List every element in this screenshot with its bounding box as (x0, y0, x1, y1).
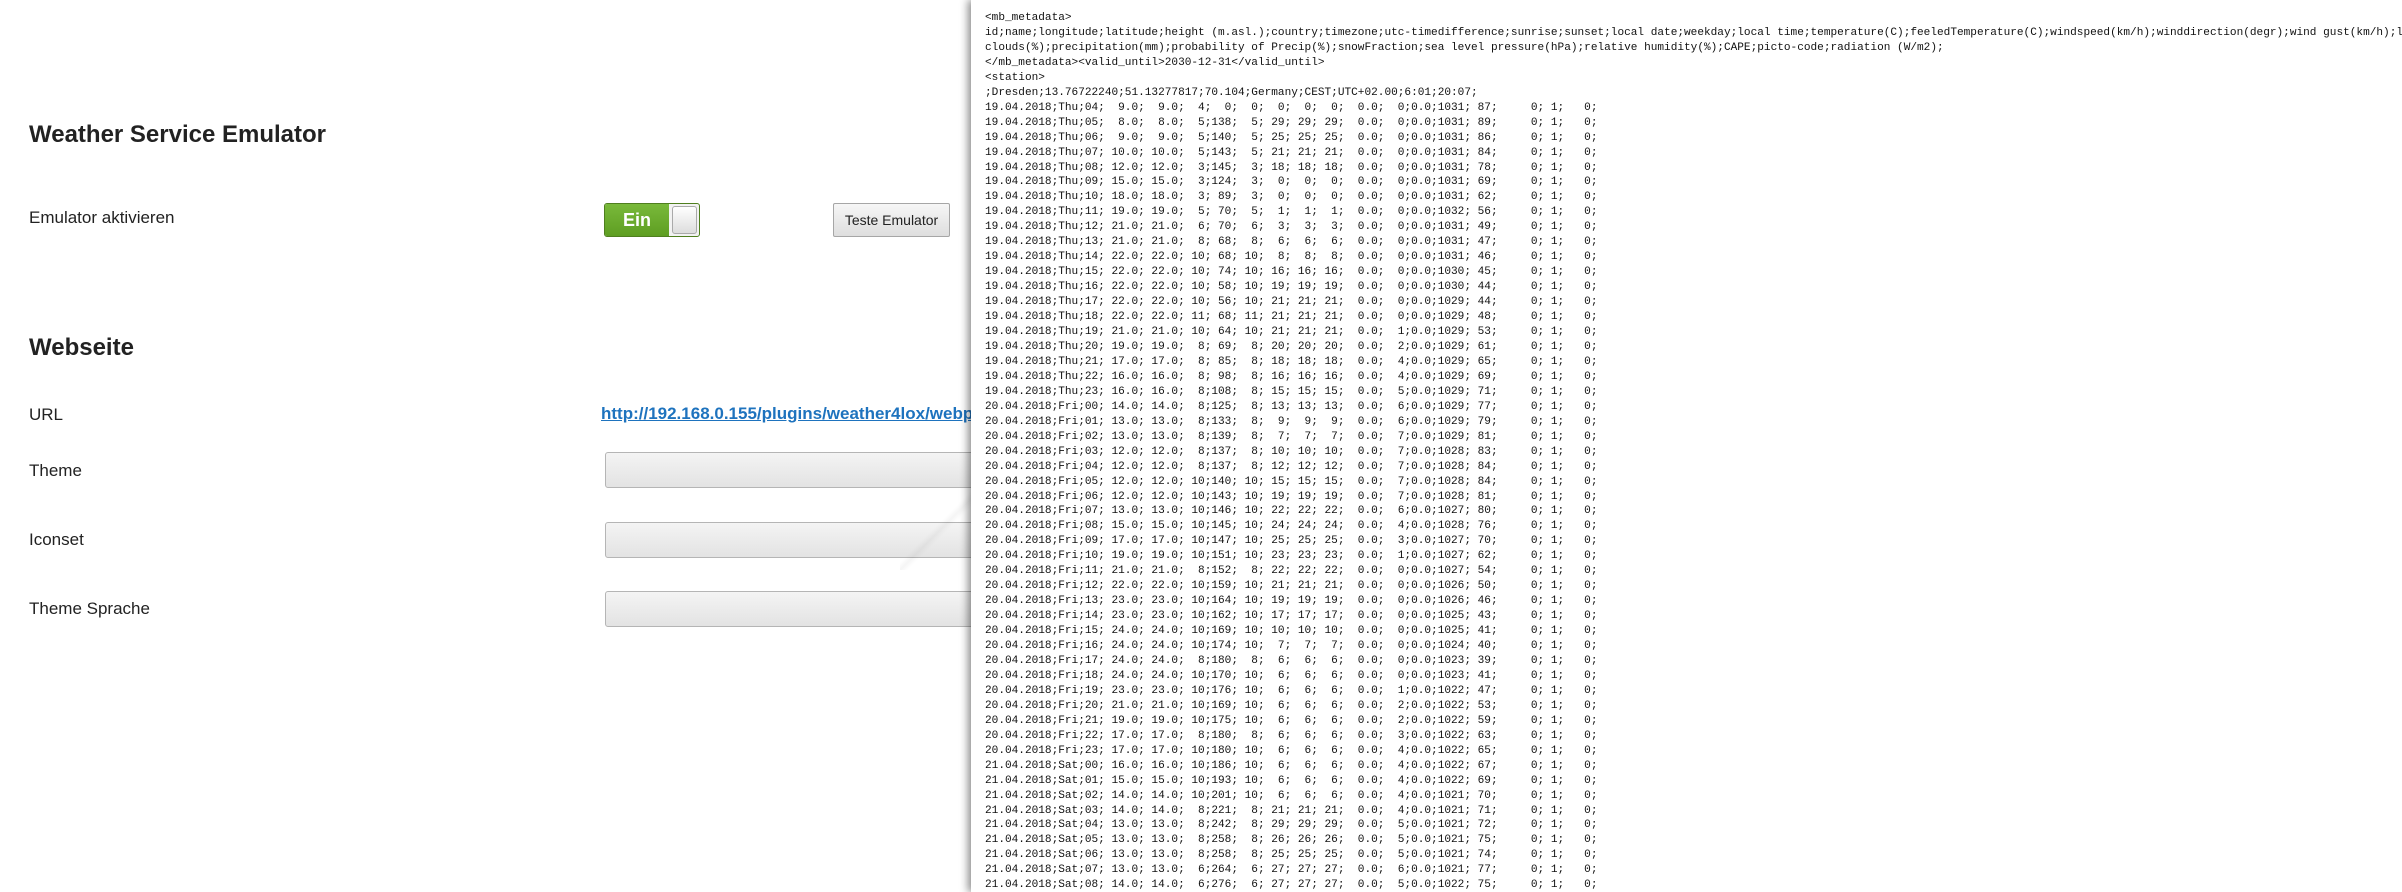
toggle-knob[interactable] (672, 206, 697, 234)
forecast-row: 20.04.2018;Fri;02; 13.0; 13.0; 8;139; 8;… (985, 430, 1598, 443)
forecast-row: 20.04.2018;Fri;12; 22.0; 22.0; 10;159; 1… (985, 580, 1598, 593)
forecast-row: 20.04.2018;Fri;20; 21.0; 21.0; 10;169; 1… (985, 699, 1598, 712)
forecast-row: 20.04.2018;Fri;03; 12.0; 12.0; 8;137; 8;… (985, 445, 1598, 458)
forecast-row: 20.04.2018;Fri;23; 17.0; 17.0; 10;180; 1… (985, 744, 1598, 757)
forecast-row: 21.04.2018;Sat;00; 16.0; 16.0; 10;186; 1… (985, 759, 1598, 772)
forecast-row: 21.04.2018;Sat;07; 13.0; 13.0; 6;264; 6;… (985, 864, 1598, 877)
forecast-row: 20.04.2018;Fri;09; 17.0; 17.0; 10;147; 1… (985, 535, 1598, 548)
forecast-row: 19.04.2018;Thu;16; 22.0; 22.0; 10; 58; 1… (985, 281, 1598, 294)
forecast-row: 19.04.2018;Thu;11; 19.0; 19.0; 5; 70; 5;… (985, 206, 1598, 219)
theme-language-select[interactable] (605, 591, 980, 627)
forecast-row: 20.04.2018;Fri;08; 15.0; 15.0; 10;145; 1… (985, 520, 1598, 533)
forecast-row: 19.04.2018;Thu;21; 17.0; 17.0; 8; 85; 8;… (985, 355, 1598, 368)
forecast-row: 19.04.2018;Thu;19; 21.0; 21.0; 10; 64; 1… (985, 326, 1598, 339)
metadata-line: <mb_metadata> (985, 12, 1072, 24)
activate-emulator-label: Emulator aktivieren (29, 208, 175, 227)
raw-data-panel[interactable]: <mb_metadata> id;name;longitude;latitude… (971, 0, 2402, 892)
forecast-row: 19.04.2018;Thu;23; 16.0; 16.0; 8;108; 8;… (985, 385, 1598, 398)
forecast-row: 21.04.2018;Sat;01; 15.0; 15.0; 10;193; 1… (985, 774, 1598, 787)
emulator-toggle[interactable]: Ein (604, 203, 700, 237)
forecast-row: 19.04.2018;Thu;04; 9.0; 9.0; 4; 0; 0; 0;… (985, 101, 1598, 114)
forecast-row: 21.04.2018;Sat;02; 14.0; 14.0; 10;201; 1… (985, 789, 1598, 802)
screen: Weather Service Emulator Emulator aktivi… (0, 0, 2402, 892)
forecast-row: 20.04.2018;Fri;19; 23.0; 23.0; 10;176; 1… (985, 684, 1598, 697)
forecast-row: 19.04.2018;Thu;18; 22.0; 22.0; 11; 68; 1… (985, 311, 1598, 324)
metadata-line: ;Dresden;13.76722240;51.13277817;70.104;… (985, 86, 1478, 99)
forecast-row: 20.04.2018;Fri;11; 21.0; 21.0; 8;152; 8;… (985, 565, 1598, 578)
forecast-row: 20.04.2018;Fri;14; 23.0; 23.0; 10;162; 1… (985, 610, 1598, 623)
website-section-title: Webseite (29, 334, 134, 361)
forecast-row: 20.04.2018;Fri;01; 13.0; 13.0; 8;133; 8;… (985, 415, 1598, 428)
forecast-row: 20.04.2018;Fri;17; 24.0; 24.0; 8;180; 8;… (985, 654, 1598, 667)
forecast-row: 19.04.2018;Thu;06; 9.0; 9.0; 5;140; 5; 2… (985, 131, 1598, 144)
forecast-row: 20.04.2018;Fri;00; 14.0; 14.0; 8;125; 8;… (985, 400, 1598, 413)
forecast-row: 20.04.2018;Fri;10; 19.0; 19.0; 10;151; 1… (985, 550, 1598, 563)
background-decoration (900, 490, 980, 570)
metadata-line: <station> (985, 71, 1045, 84)
forecast-row: 21.04.2018;Sat;05; 13.0; 13.0; 8;258; 8;… (985, 834, 1598, 847)
forecast-row: 19.04.2018;Thu;12; 21.0; 21.0; 6; 70; 6;… (985, 221, 1598, 234)
forecast-row: 19.04.2018;Thu;13; 21.0; 21.0; 8; 68; 8;… (985, 236, 1598, 249)
forecast-row: 21.04.2018;Sat;04; 13.0; 13.0; 8;242; 8;… (985, 819, 1598, 832)
url-label: URL (29, 405, 64, 424)
metadata-line: </mb_metadata><valid_until>2030-12-31</v… (985, 56, 1325, 69)
forecast-row: 19.04.2018;Thu;22; 16.0; 16.0; 8; 98; 8;… (985, 370, 1598, 383)
metadata-line: clouds(%);precipitation(mm);probability … (985, 41, 1944, 54)
forecast-row: 19.04.2018;Thu;14; 22.0; 22.0; 10; 68; 1… (985, 251, 1598, 264)
settings-page: Weather Service Emulator Emulator aktivi… (0, 0, 980, 892)
emulator-section-title: Weather Service Emulator (29, 121, 327, 148)
forecast-row: 19.04.2018;Thu;05; 8.0; 8.0; 5;138; 5; 2… (985, 116, 1598, 129)
forecast-row: 20.04.2018;Fri;18; 24.0; 24.0; 10;170; 1… (985, 669, 1598, 682)
forecast-row: 20.04.2018;Fri;06; 12.0; 12.0; 10;143; 1… (985, 490, 1598, 503)
forecast-row: 20.04.2018;Fri;05; 12.0; 12.0; 10;140; 1… (985, 475, 1598, 488)
metadata-line: id;name;longitude;latitude;height (m.asl… (985, 26, 2402, 39)
theme-language-label: Theme Sprache (29, 599, 150, 618)
theme-label: Theme (29, 461, 82, 480)
theme-select[interactable] (605, 452, 980, 488)
forecast-row: 21.04.2018;Sat;06; 13.0; 13.0; 8;258; 8;… (985, 849, 1598, 862)
forecast-row: 20.04.2018;Fri;15; 24.0; 24.0; 10;169; 1… (985, 625, 1598, 638)
toggle-on-label: Ein (605, 204, 669, 236)
forecast-row: 21.04.2018;Sat;03; 14.0; 14.0; 8;221; 8;… (985, 804, 1598, 817)
forecast-row: 20.04.2018;Fri;07; 13.0; 13.0; 10;146; 1… (985, 505, 1598, 518)
forecast-row: 20.04.2018;Fri;21; 19.0; 19.0; 10;175; 1… (985, 714, 1598, 727)
forecast-row: 20.04.2018;Fri;13; 23.0; 23.0; 10;164; 1… (985, 595, 1598, 608)
forecast-row: 20.04.2018;Fri;16; 24.0; 24.0; 10;174; 1… (985, 640, 1598, 653)
forecast-row: 19.04.2018;Thu;20; 19.0; 19.0; 8; 69; 8;… (985, 340, 1598, 353)
forecast-row: 19.04.2018;Thu;09; 15.0; 15.0; 3;124; 3;… (985, 176, 1598, 189)
forecast-row: 19.04.2018;Thu;10; 18.0; 18.0; 3; 89; 3;… (985, 191, 1598, 204)
test-emulator-button[interactable]: Teste Emulator (833, 203, 950, 237)
forecast-row: 19.04.2018;Thu;08; 12.0; 12.0; 3;145; 3;… (985, 161, 1598, 174)
webpage-url-link[interactable]: http://192.168.0.155/plugins/weather4lox… (601, 404, 980, 424)
forecast-row: 19.04.2018;Thu;07; 10.0; 10.0; 5;143; 5;… (985, 146, 1598, 159)
iconset-label: Iconset (29, 530, 84, 549)
forecast-row: 20.04.2018;Fri;22; 17.0; 17.0; 8;180; 8;… (985, 729, 1598, 742)
raw-data-text: <mb_metadata> id;name;longitude;latitude… (985, 11, 2402, 892)
forecast-row: 19.04.2018;Thu;15; 22.0; 22.0; 10; 74; 1… (985, 266, 1598, 279)
forecast-row: 19.04.2018;Thu;17; 22.0; 22.0; 10; 56; 1… (985, 296, 1598, 309)
forecast-row: 20.04.2018;Fri;04; 12.0; 12.0; 8;137; 8;… (985, 460, 1598, 473)
forecast-row: 21.04.2018;Sat;08; 14.0; 14.0; 6;276; 6;… (985, 879, 1598, 892)
